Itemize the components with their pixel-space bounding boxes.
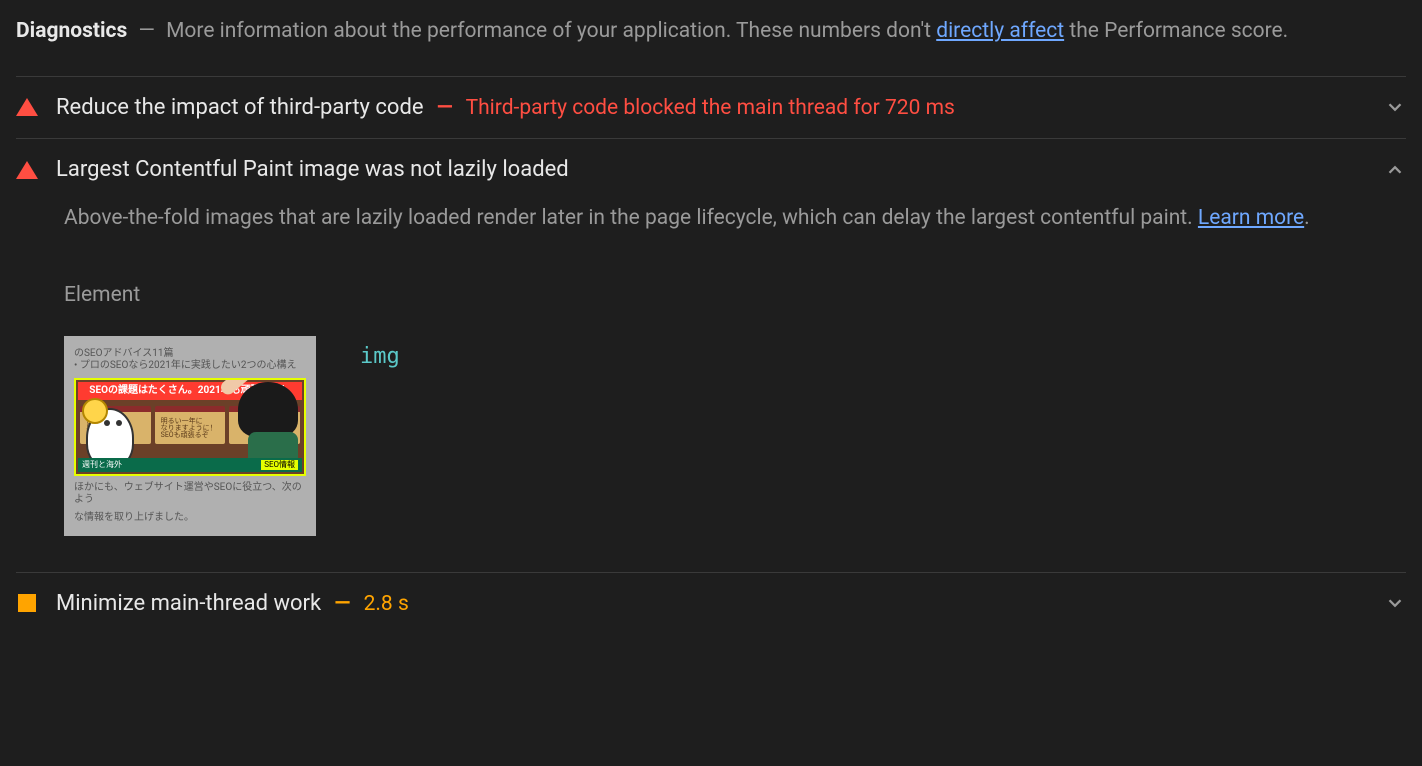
section-desc-before: More information about the performance o… bbox=[166, 19, 936, 43]
audit-separator: — bbox=[334, 592, 350, 616]
element-column-header: Element bbox=[64, 280, 1406, 312]
fail-triangle-icon bbox=[16, 96, 38, 118]
average-square-icon bbox=[16, 592, 38, 614]
audit-title-wrap: Reduce the impact of third-party code — … bbox=[56, 91, 955, 125]
section-desc-after: the Performance score. bbox=[1064, 19, 1288, 43]
thumb-after-text: ほかにも、ウェブサイト運営やSEOに役立つ、次のよう bbox=[74, 482, 306, 506]
diagnostics-header: Diagnostics — More information about the… bbox=[16, 16, 1406, 48]
thumb-text-line: • プロのSEOなら2021年に実践したい2つの心構え bbox=[74, 360, 306, 372]
directly-affect-link[interactable]: directly affect bbox=[936, 19, 1064, 43]
thumb-caption: 週刊と海外 SEO情報 bbox=[78, 458, 302, 472]
learn-more-link[interactable]: Learn more bbox=[1198, 206, 1304, 230]
thumb-image: SEOの課題はたくさん。2021年も頑張ろう！ 世界 明るい一年になりますように… bbox=[74, 378, 306, 476]
audit-list: Reduce the impact of third-party code — … bbox=[16, 76, 1406, 635]
audit-main-thread-work: Minimize main-thread work — 2.8 s bbox=[16, 573, 1406, 635]
audit-separator: — bbox=[437, 96, 453, 120]
audit-title: Largest Contentful Paint image was not l… bbox=[56, 157, 569, 182]
audit-title: Reduce the impact of third-party code bbox=[56, 95, 424, 120]
chevron-down-icon bbox=[1384, 592, 1406, 614]
dash-separator: — bbox=[138, 19, 154, 43]
audit-display-text: Third-party code blocked the main thread… bbox=[466, 96, 955, 120]
element-node-tag[interactable]: img bbox=[360, 336, 400, 373]
section-title: Diagnostics bbox=[16, 19, 127, 43]
chevron-up-icon bbox=[1384, 159, 1406, 181]
audit-header[interactable]: Minimize main-thread work — 2.8 s bbox=[16, 573, 1406, 635]
audit-third-party-code: Reduce the impact of third-party code — … bbox=[16, 77, 1406, 140]
audit-body: Above-the-fold images that are lazily lo… bbox=[16, 201, 1406, 572]
fail-triangle-icon bbox=[16, 159, 38, 181]
audit-title-wrap: Minimize main-thread work — 2.8 s bbox=[56, 587, 409, 621]
audit-description: Above-the-fold images that are lazily lo… bbox=[64, 201, 1406, 237]
thumb-text-line: のSEOアドバイス11篇 bbox=[74, 348, 306, 360]
audit-display-text: 2.8 s bbox=[364, 592, 409, 616]
audit-lcp-lazy-loaded: Largest Contentful Paint image was not l… bbox=[16, 139, 1406, 573]
chevron-down-icon bbox=[1384, 96, 1406, 118]
thumb-after-text: な情報を取り上げました。 bbox=[74, 512, 306, 524]
audit-header[interactable]: Reduce the impact of third-party code — … bbox=[16, 77, 1406, 139]
element-row: のSEOアドバイス11篇 • プロのSEOなら2021年に実践したい2つの心構え… bbox=[64, 336, 1406, 536]
element-thumbnail[interactable]: のSEOアドバイス11篇 • プロのSEOなら2021年に実践したい2つの心構え… bbox=[64, 336, 316, 536]
audit-title: Minimize main-thread work bbox=[56, 591, 321, 616]
audit-title-wrap: Largest Contentful Paint image was not l… bbox=[56, 153, 569, 187]
audit-header[interactable]: Largest Contentful Paint image was not l… bbox=[16, 139, 1406, 201]
